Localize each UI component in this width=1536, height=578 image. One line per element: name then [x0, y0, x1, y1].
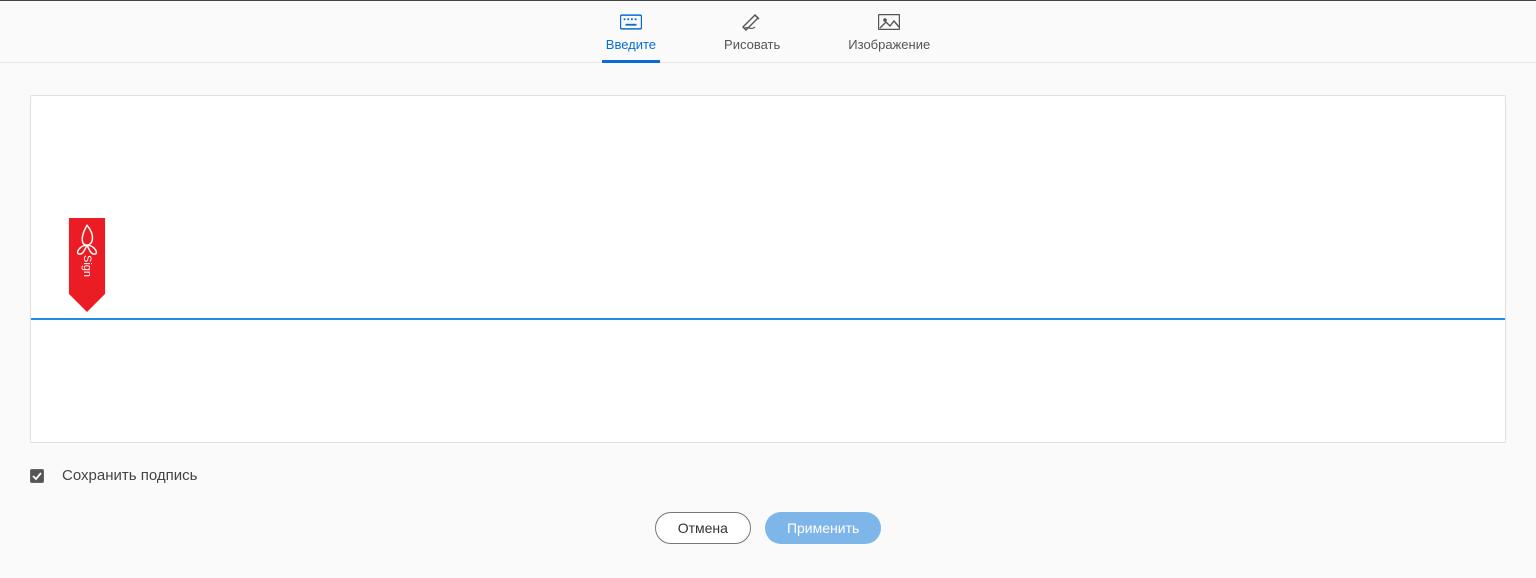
tab-image[interactable]: Изображение: [844, 5, 934, 62]
dialog-button-row: Отмена Применить: [0, 484, 1536, 544]
save-signature-checkbox[interactable]: [30, 469, 44, 483]
save-signature-row: Сохранить подпись: [0, 443, 1536, 484]
sign-here-label: Sign: [81, 255, 93, 277]
apply-button-label: Применить: [787, 520, 859, 536]
apply-button[interactable]: Применить: [765, 512, 881, 544]
signature-panel[interactable]: Sign: [30, 95, 1506, 443]
tab-label: Введите: [606, 37, 656, 52]
signature-tabbar: Введите Рисовать Изображение: [0, 1, 1536, 63]
image-icon: [878, 13, 900, 31]
sign-here-tag: Sign: [67, 208, 107, 312]
cancel-button-label: Отмена: [678, 520, 728, 536]
tab-type[interactable]: Введите: [602, 5, 660, 62]
tab-label: Изображение: [848, 37, 930, 52]
signature-baseline: [31, 318, 1505, 320]
cancel-button[interactable]: Отмена: [655, 512, 751, 544]
tab-draw[interactable]: Рисовать: [720, 5, 784, 62]
keyboard-icon: [620, 13, 642, 31]
signature-workspace: Sign: [0, 63, 1536, 443]
save-signature-label: Сохранить подпись: [62, 467, 197, 484]
tab-label: Рисовать: [724, 37, 780, 52]
pen-icon: [741, 13, 763, 31]
